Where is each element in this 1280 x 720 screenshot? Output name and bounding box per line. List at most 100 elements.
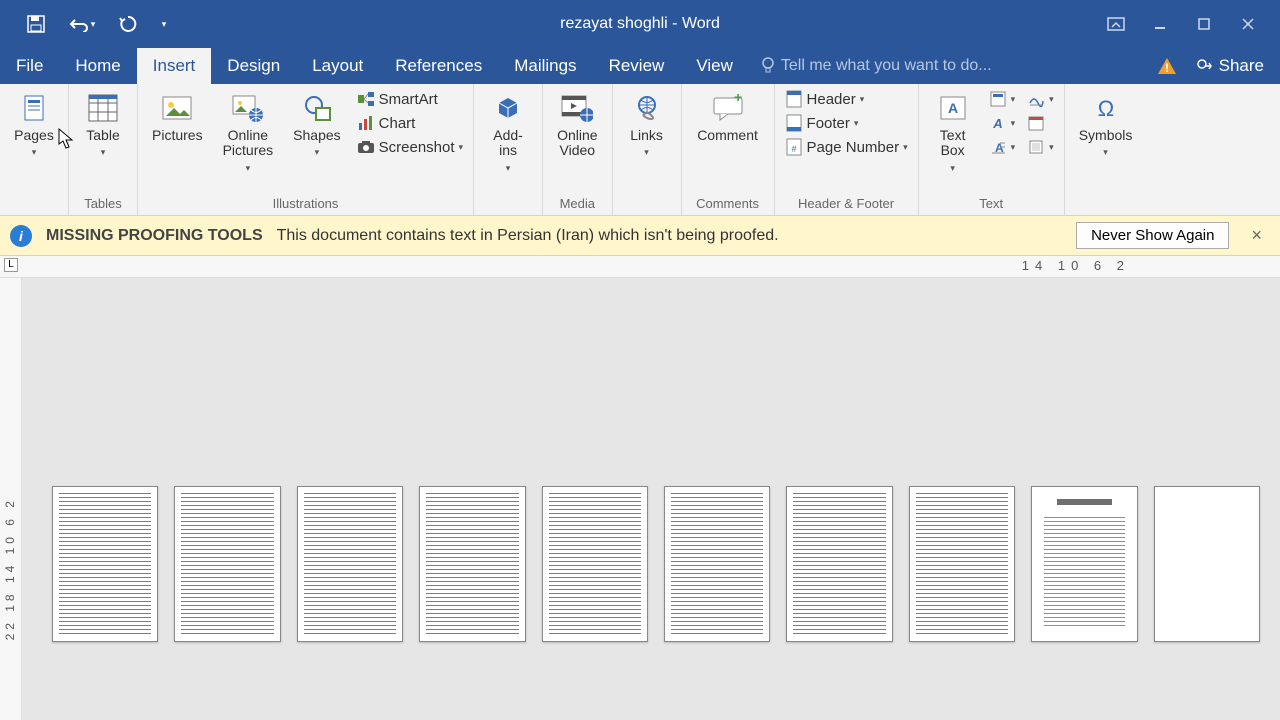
ribbon-tabs: File Home Insert Design Layout Reference… <box>0 48 1280 84</box>
notification-title: MISSING PROOFING TOOLS <box>46 227 263 245</box>
addins-button[interactable]: Add- ins ▾ <box>480 88 536 178</box>
object-button[interactable]: ▾ <box>1023 136 1058 158</box>
online-pictures-button[interactable]: Online Pictures ▾ <box>215 88 282 178</box>
drop-cap-icon: A <box>989 138 1007 156</box>
group-comments: + Comment Comments <box>682 84 775 215</box>
svg-text:Ω: Ω <box>1097 96 1113 120</box>
group-illustrations: Pictures Online Pictures ▾ Shapes ▾ Smar… <box>138 84 474 215</box>
group-links: Links ▾ . <box>613 84 682 215</box>
close-button[interactable] <box>1228 8 1268 40</box>
warning-icon[interactable]: ! <box>1157 57 1177 75</box>
quick-parts-button[interactable]: ▾ <box>985 88 1020 110</box>
smartart-icon <box>357 90 375 108</box>
customize-qat-button[interactable]: ▾ <box>152 8 176 40</box>
share-button[interactable]: Share <box>1195 56 1264 76</box>
group-label-comments: Comments <box>688 194 768 213</box>
smartart-button[interactable]: SmartArt <box>353 88 467 110</box>
maximize-button[interactable] <box>1184 8 1224 40</box>
tab-references[interactable]: References <box>379 48 498 84</box>
never-show-again-button[interactable]: Never Show Again <box>1076 222 1229 249</box>
tab-layout[interactable]: Layout <box>296 48 379 84</box>
redo-button[interactable] <box>112 8 144 40</box>
page-icon <box>18 92 50 124</box>
document-canvas[interactable] <box>22 278 1280 720</box>
tab-file[interactable]: File <box>0 48 59 84</box>
page-number-button[interactable]: # Page Number ▾ <box>781 136 912 158</box>
document-page[interactable] <box>786 486 892 642</box>
svg-text:A: A <box>948 100 958 116</box>
quick-parts-icon <box>989 90 1007 108</box>
svg-text:#: # <box>791 144 796 154</box>
signature-line-button[interactable]: ▾ <box>1023 88 1058 110</box>
group-pages: Pages ▾ . <box>0 84 69 215</box>
object-icon <box>1027 138 1045 156</box>
pictures-button[interactable]: Pictures <box>144 88 211 147</box>
minimize-button[interactable] <box>1140 8 1180 40</box>
close-notification-button[interactable]: × <box>1243 225 1270 246</box>
text-box-button[interactable]: A Text Box ▾ <box>925 88 981 178</box>
tab-review[interactable]: Review <box>593 48 681 84</box>
wordart-icon: A <box>989 114 1007 132</box>
document-page[interactable] <box>52 486 158 642</box>
comment-button[interactable]: + Comment <box>688 88 768 147</box>
tab-mailings[interactable]: Mailings <box>498 48 592 84</box>
vertical-ruler[interactable]: 22 18 14 10 6 2 <box>0 278 22 720</box>
table-button[interactable]: Table ▾ <box>75 88 131 162</box>
tab-insert[interactable]: Insert <box>137 48 212 84</box>
group-header-footer: Header ▾ Footer ▾ # Page Number ▾ Header… <box>775 84 919 215</box>
document-page[interactable] <box>297 486 403 642</box>
chart-icon <box>357 114 375 132</box>
group-label-media: Media <box>549 194 605 213</box>
ribbon-display-options[interactable] <box>1096 8 1136 40</box>
quick-access-toolbar: ▾ ▾ <box>0 8 176 40</box>
online-video-button[interactable]: Online Video <box>549 88 605 163</box>
chevron-down-icon: ▾ <box>459 142 464 153</box>
document-title: rezayat shoghli - Word <box>560 15 720 33</box>
group-label-illustrations: Illustrations <box>144 194 467 213</box>
chevron-down-icon: ▾ <box>1103 147 1108 158</box>
chart-button[interactable]: Chart <box>353 112 467 134</box>
save-button[interactable] <box>20 8 52 40</box>
drop-cap-button[interactable]: A▾ <box>985 136 1020 158</box>
chevron-down-icon: ▾ <box>860 94 865 105</box>
online-pictures-icon <box>232 92 264 124</box>
tell-me-search[interactable]: Tell me what you want to do... <box>749 48 1004 84</box>
date-time-button[interactable] <box>1023 112 1058 134</box>
comment-icon: + <box>712 92 744 124</box>
chevron-down-icon: ▾ <box>950 163 955 174</box>
share-label: Share <box>1219 56 1264 76</box>
links-button[interactable]: Links ▾ <box>619 88 675 162</box>
document-page[interactable] <box>909 486 1015 642</box>
ruler-marks: 14 10 6 2 <box>1022 258 1130 273</box>
footer-icon <box>785 114 803 132</box>
link-icon <box>631 92 663 124</box>
document-page[interactable] <box>1154 486 1260 642</box>
group-symbols: Ω Symbols ▾ . <box>1065 84 1147 215</box>
tell-me-placeholder: Tell me what you want to do... <box>781 57 992 75</box>
group-label-text: Text <box>925 194 1058 213</box>
document-page[interactable] <box>664 486 770 642</box>
wordart-button[interactable]: A▾ <box>985 112 1020 134</box>
symbols-button[interactable]: Ω Symbols ▾ <box>1071 88 1141 162</box>
group-text: A Text Box ▾ ▾ A▾ A▾ ▾ ▾ Text <box>919 84 1065 215</box>
group-media: Online Video Media <box>543 84 612 215</box>
tab-selector[interactable]: L <box>4 258 18 272</box>
document-page[interactable] <box>1031 486 1137 642</box>
tab-home[interactable]: Home <box>59 48 136 84</box>
header-button[interactable]: Header ▾ <box>781 88 912 110</box>
document-page[interactable] <box>542 486 648 642</box>
info-icon: i <box>10 225 32 247</box>
screenshot-button[interactable]: Screenshot ▾ <box>353 136 467 158</box>
textbox-icon: A <box>937 92 969 124</box>
picture-icon <box>161 92 193 124</box>
tab-view[interactable]: View <box>680 48 749 84</box>
document-page[interactable] <box>174 486 280 642</box>
horizontal-ruler[interactable]: L 14 10 6 2 <box>0 256 1280 278</box>
shapes-button[interactable]: Shapes ▾ <box>285 88 348 162</box>
footer-button[interactable]: Footer ▾ <box>781 112 912 134</box>
document-page[interactable] <box>419 486 525 642</box>
pages-strip <box>52 486 1260 642</box>
undo-button[interactable]: ▾ <box>60 8 104 40</box>
pages-button[interactable]: Pages ▾ <box>6 88 62 162</box>
tab-design[interactable]: Design <box>211 48 296 84</box>
